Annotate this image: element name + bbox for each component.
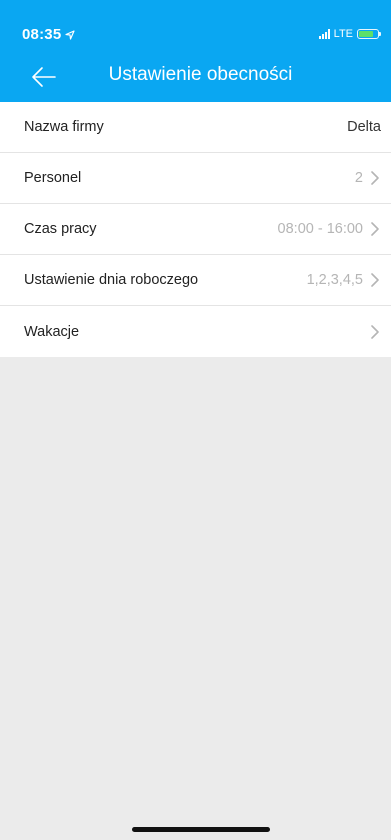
- chevron-right-icon: [371, 324, 379, 339]
- battery-level: [359, 31, 373, 37]
- nav-bar: Ustawienie obecności: [0, 52, 391, 102]
- setting-row-company-name[interactable]: Nazwa firmy Delta: [0, 102, 391, 153]
- setting-row-workdays[interactable]: Ustawienie dnia roboczego 1,2,3,4,5: [0, 255, 391, 306]
- status-time: 08:35: [22, 26, 75, 43]
- chevron-right-icon: [371, 171, 379, 185]
- setting-row-working-hours[interactable]: Czas pracy 08:00 - 16:00: [0, 204, 391, 255]
- settings-list: Nazwa firmy Delta Personel 2 Czas pracy …: [0, 102, 391, 357]
- setting-row-holidays[interactable]: Wakacje: [0, 306, 391, 357]
- location-arrow-icon: [65, 29, 75, 40]
- home-indicator[interactable]: [132, 827, 270, 832]
- status-indicators: LTE: [318, 28, 381, 40]
- network-type: LTE: [333, 28, 353, 40]
- app-header: 08:35 LTE Ustawienie obecności: [0, 0, 391, 102]
- status-bar: 08:35 LTE: [0, 0, 391, 48]
- setting-value: 1,2,3,4,5: [306, 272, 363, 288]
- chevron-right-icon: [371, 273, 379, 287]
- setting-label: Wakacje: [24, 323, 80, 340]
- setting-value: Delta: [347, 119, 381, 135]
- battery-charging-icon: [357, 29, 381, 39]
- setting-label: Personel: [24, 170, 82, 186]
- chevron-right-icon: [371, 222, 379, 236]
- setting-label: Nazwa firmy: [24, 119, 104, 135]
- page-title: Ustawienie obecności: [108, 64, 293, 85]
- setting-value: 2: [354, 170, 363, 186]
- setting-row-staff[interactable]: Personel 2: [0, 153, 391, 204]
- setting-label: Czas pracy: [24, 221, 97, 237]
- status-time-text: 08:35: [22, 26, 62, 43]
- setting-label: Ustawienie dnia roboczego: [24, 272, 199, 288]
- setting-value: 08:00 - 16:00: [277, 221, 363, 237]
- signal-bars-icon: [318, 29, 330, 39]
